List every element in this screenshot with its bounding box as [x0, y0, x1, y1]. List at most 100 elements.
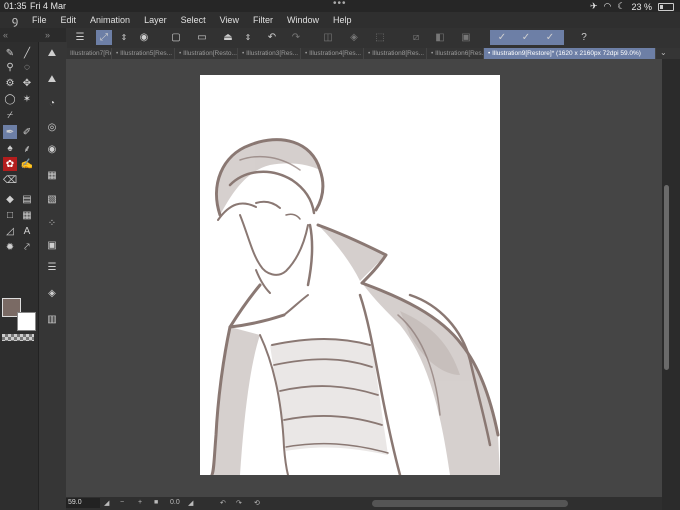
save-icon[interactable]: ⏏	[220, 30, 236, 45]
zoom-out-button[interactable]: −	[120, 499, 124, 506]
color-wheel-icon[interactable]: ◉	[45, 142, 59, 156]
rotate-right-icon[interactable]: ↷	[236, 499, 242, 507]
tab-illustration8[interactable]: • Illustration8[Res...	[364, 48, 427, 59]
menu-edit[interactable]: Edit	[61, 15, 77, 25]
menu-layer[interactable]: Layer	[144, 15, 167, 25]
tool-property-icon[interactable]: ⛰	[45, 46, 59, 60]
approximate-color-icon[interactable]: ⁘	[45, 216, 59, 230]
transparent-color-swatch[interactable]	[2, 334, 34, 341]
intermediate-color-icon[interactable]: ▧	[45, 192, 59, 206]
frame-border-icon[interactable]: ▦	[20, 208, 34, 222]
gradient-icon[interactable]: ▤	[20, 192, 34, 206]
menu-filter[interactable]: Filter	[253, 15, 273, 25]
collapse-left-icon[interactable]: «	[3, 30, 8, 40]
ruler-tool-icon[interactable]: ◿	[3, 224, 17, 238]
zoom-slider-icon[interactable]: ◢	[104, 499, 109, 507]
pen-tool-icon[interactable]: ✎	[3, 46, 17, 60]
menu-select[interactable]: Select	[181, 15, 206, 25]
material-icon[interactable]: ▥	[45, 312, 59, 326]
fit-button[interactable]: ■	[154, 499, 158, 506]
lasso-select-icon[interactable]: ◌	[20, 60, 34, 74]
text-tool-icon[interactable]: A	[20, 224, 34, 238]
hamburger-menu-icon[interactable]: ☰	[72, 30, 88, 45]
magic-wand-icon[interactable]: ✶	[20, 92, 34, 106]
color-history-icon[interactable]: ▣	[45, 238, 59, 252]
horizontal-scrollbar[interactable]	[372, 500, 568, 507]
menu-file[interactable]: File	[32, 15, 47, 25]
rotate-left-icon[interactable]: ↶	[220, 499, 226, 507]
tab-list-chevron-icon[interactable]: ⌄	[660, 48, 667, 57]
sub-color-swatch[interactable]	[17, 312, 36, 331]
lasso-tool-icon[interactable]: ◯	[3, 92, 17, 106]
open-folder-icon[interactable]: ▭	[194, 30, 210, 45]
collapse-mid-icon[interactable]: »	[45, 30, 50, 40]
redo-icon[interactable]: ↷	[288, 30, 304, 45]
pen-selected-icon[interactable]: ✒	[3, 125, 17, 139]
navigation-bar: 59.0 ◢ − + ■ 0.0 ◢ ↶ ↷ ⟲	[66, 497, 662, 510]
zoom-field[interactable]: 59.0	[66, 498, 100, 508]
deselect-icon[interactable]: ⧄	[408, 30, 424, 45]
menu-help[interactable]: Help	[333, 15, 352, 25]
drawing-canvas[interactable]	[200, 75, 500, 475]
pen-mode-3-icon[interactable]: ✓	[542, 30, 558, 45]
balloon-tool-icon[interactable]: ✹	[3, 240, 17, 254]
status-date: Fri 4 Mar	[30, 1, 66, 11]
tab-illustration4[interactable]: • Illustration4[Res...	[301, 48, 364, 59]
transform-icon[interactable]: ⤢	[96, 30, 112, 45]
pen-mode-1-icon[interactable]: ✓	[494, 30, 510, 45]
operation-tool-icon[interactable]: ⚙	[3, 76, 17, 90]
tab-illustration3[interactable]: • Illustration3[Res...	[238, 48, 301, 59]
menu-animation[interactable]: Animation	[90, 15, 130, 25]
wifi-icon: ◠	[603, 1, 612, 11]
chevron-updown-icon[interactable]: ⇕	[116, 30, 132, 45]
zoom-tool-icon[interactable]: ⚲	[3, 60, 17, 74]
brush-tool-icon[interactable]: ╱	[20, 46, 34, 60]
vertical-scrollbar[interactable]	[664, 185, 669, 370]
status-time: 01:35	[4, 1, 27, 11]
tab-illustration[interactable]: • Illustration[Resto...	[175, 48, 238, 59]
transform-scale-icon[interactable]: ⬚	[372, 30, 388, 45]
sketch-artwork	[210, 138, 500, 475]
blend-tool-icon[interactable]: ✍	[20, 157, 34, 171]
move-tool-icon[interactable]: ✥	[20, 76, 34, 90]
reset-rotation-icon[interactable]: ⟲	[254, 499, 260, 507]
multitask-dots[interactable]: •••	[333, 0, 347, 9]
layer-property-icon[interactable]: ☰	[45, 260, 59, 274]
layers-icon[interactable]: ◈	[45, 286, 59, 300]
clip-studio-logo-icon[interactable]: ꝯ	[4, 13, 26, 28]
brush-size-icon[interactable]: ◔	[45, 96, 59, 110]
tab-illustration9-active[interactable]: • Illustration9[Restore]* (1620 x 2160px…	[484, 48, 656, 59]
save-options-icon[interactable]: ⇕	[240, 30, 256, 45]
tool-palette: ✎ ╱ ⚲ ◌ ⚙ ✥ ◯ ✶ ⌿ ✒ ✐ ♠ ⸙ ✿ ✍ ⌫ ◆ ▤ □ ▦ …	[0, 42, 38, 510]
color-set-icon[interactable]: ▦	[45, 168, 59, 182]
menu-view[interactable]: View	[220, 15, 239, 25]
new-file-icon[interactable]: ▢	[168, 30, 184, 45]
tab-illustration7[interactable]: Illustration7[Re...	[66, 48, 112, 59]
tab-illustration6[interactable]: • Illustration6[Res...	[427, 48, 484, 59]
paint-brush-icon[interactable]: ⸙	[20, 141, 34, 155]
tab-illustration5[interactable]: • Illustration5[Res...	[112, 48, 175, 59]
decoration-tool-icon[interactable]: ✿	[3, 157, 17, 171]
help-icon[interactable]: ?	[576, 30, 592, 45]
sub-tool-icon[interactable]: ⛰	[45, 72, 59, 86]
quick-access-icon[interactable]: ◉	[136, 30, 152, 45]
ios-status-bar: 01:35 Fri 4 Mar ••• ✈ ◠ ☾ 23 %	[0, 0, 680, 12]
rotate-slider-icon[interactable]: ◢	[188, 499, 193, 507]
fill-icon[interactable]: ◈	[346, 30, 362, 45]
fill-bucket-icon[interactable]: ◆	[3, 192, 17, 206]
eyedropper-icon[interactable]: ⌿	[3, 108, 17, 122]
pencil-tool-icon[interactable]: ✐	[20, 125, 34, 139]
correct-line-icon[interactable]: ⤤	[20, 240, 34, 254]
clear-icon[interactable]: ◫	[320, 30, 336, 45]
invert-icon[interactable]: ◧	[432, 30, 448, 45]
menu-window[interactable]: Window	[287, 15, 319, 25]
eraser-icon[interactable]: ⌫	[3, 173, 17, 187]
crop-icon[interactable]: ▣	[458, 30, 474, 45]
rotation-field[interactable]: 0.0	[170, 499, 180, 506]
pen-mode-2-icon[interactable]: ✓	[518, 30, 534, 45]
navigator-icon[interactable]: ◎	[45, 120, 59, 134]
airbrush-icon[interactable]: ♠	[3, 141, 17, 155]
figure-tool-icon[interactable]: □	[3, 208, 17, 222]
undo-icon[interactable]: ↶	[264, 30, 280, 45]
zoom-in-button[interactable]: +	[138, 499, 142, 506]
